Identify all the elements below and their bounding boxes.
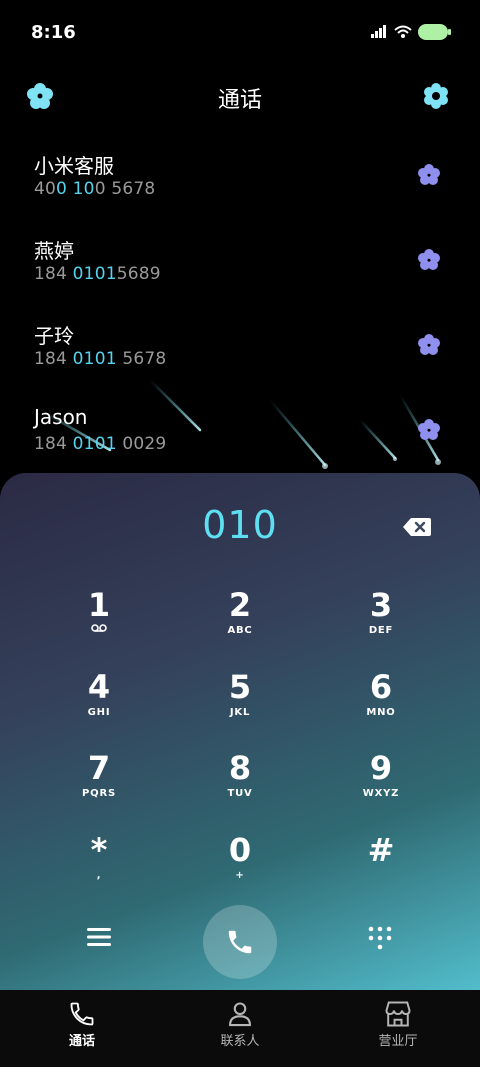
contact-item[interactable]: 燕婷 184 01015689 — [0, 225, 480, 310]
contact-number: 184 01015689 — [34, 264, 161, 284]
key-digit: 3 — [369, 586, 393, 624]
key-8[interactable]: 8 TUV — [180, 750, 300, 820]
favorite-flower-icon[interactable] — [418, 164, 440, 186]
key-hash[interactable]: # — [321, 832, 441, 902]
tab-label: 营业厅 — [378, 1034, 418, 1049]
key-6[interactable]: 6 MNO — [321, 669, 441, 739]
contact-list: 小米客服 400 100 5678 燕婷 184 01015689 子玲 184… — [0, 140, 480, 480]
key-7[interactable]: 7 PQRS — [39, 750, 159, 820]
key-digit: 5 — [228, 668, 252, 706]
dialpad-panel: 010 1 2 ABC 3 DEF 4 GHI 5 JKL 6 MNO 7 PQ… — [0, 473, 480, 990]
key-digit: 8 — [228, 749, 252, 787]
key-3[interactable]: 3 DEF — [321, 587, 441, 657]
key-letters: ABC — [227, 625, 253, 636]
tab-contacts[interactable]: 联系人 — [180, 990, 300, 1067]
signal-icon — [371, 25, 386, 38]
favorite-flower-icon[interactable] — [418, 419, 440, 441]
key-letters: WXYZ — [362, 788, 400, 799]
tab-service-hall[interactable]: 营业厅 — [338, 990, 458, 1067]
contact-number: 184 0101 0029 — [34, 434, 167, 454]
key-digit: 2 — [228, 586, 252, 624]
voicemail-icon — [91, 624, 107, 632]
contact-name: 小米客服 — [34, 154, 114, 178]
page-title: 通话 — [217, 88, 262, 113]
tab-label: 联系人 — [220, 1034, 260, 1049]
key-letters: TUV — [227, 788, 253, 799]
contact-name: 子玲 — [34, 324, 74, 348]
key-digit: 1 — [87, 586, 111, 624]
battery-icon — [418, 24, 451, 40]
key-letters: JKL — [229, 707, 251, 718]
key-letters: PQRS — [82, 788, 116, 799]
key-star[interactable]: * , — [39, 832, 159, 902]
phone-icon — [228, 930, 252, 954]
key-digit: 6 — [369, 668, 393, 706]
person-icon — [229, 1002, 251, 1027]
wifi-icon — [394, 25, 412, 38]
call-button[interactable] — [203, 905, 277, 979]
key-digit: # — [367, 831, 395, 869]
key-digit: 4 — [87, 668, 111, 706]
store-icon — [385, 1001, 411, 1027]
key-digit: 9 — [369, 749, 393, 787]
contact-number: 400 100 5678 — [34, 179, 156, 199]
header: 通话 — [0, 74, 480, 118]
contact-item[interactable]: Jason 184 0101 0029 — [0, 395, 480, 480]
key-0[interactable]: 0 + — [180, 832, 300, 902]
key-2[interactable]: 2 ABC — [180, 587, 300, 657]
phone-icon — [70, 1002, 94, 1026]
contact-name: 燕婷 — [34, 239, 74, 263]
key-letters: MNO — [366, 707, 396, 718]
key-9[interactable]: 9 WXYZ — [321, 750, 441, 820]
status-icons — [370, 24, 451, 40]
favorite-flower-icon[interactable] — [418, 249, 440, 271]
contact-name: Jason — [34, 405, 88, 429]
status-time: 8:16 — [31, 22, 76, 43]
key-digit: * — [90, 831, 108, 869]
status-bar: 8:16 — [0, 0, 480, 64]
key-1[interactable]: 1 — [39, 587, 159, 657]
key-digit: 7 — [87, 749, 111, 787]
key-letters: DEF — [368, 625, 394, 636]
key-letters: GHI — [87, 707, 111, 718]
contact-item[interactable]: 子玲 184 0101 5678 — [0, 310, 480, 395]
key-digit: 0 — [228, 831, 252, 869]
key-5[interactable]: 5 JKL — [180, 669, 300, 739]
keypad-grid-icon[interactable] — [367, 925, 393, 951]
key-letters: , — [96, 870, 102, 881]
tab-label: 通话 — [68, 1034, 95, 1049]
key-4[interactable]: 4 GHI — [39, 669, 159, 739]
favorite-flower-icon[interactable] — [418, 334, 440, 356]
menu-icon[interactable] — [86, 925, 112, 949]
backspace-icon[interactable] — [402, 517, 432, 537]
dialpad-actions — [0, 903, 480, 983]
contact-number: 184 0101 5678 — [34, 349, 167, 369]
contact-item[interactable]: 小米客服 400 100 5678 — [0, 140, 480, 225]
key-letters: + — [235, 870, 245, 881]
gear-icon[interactable] — [422, 82, 450, 110]
bottom-tab-bar: 通话 联系人 营业厅 — [0, 990, 480, 1067]
tab-calls[interactable]: 通话 — [22, 990, 142, 1067]
